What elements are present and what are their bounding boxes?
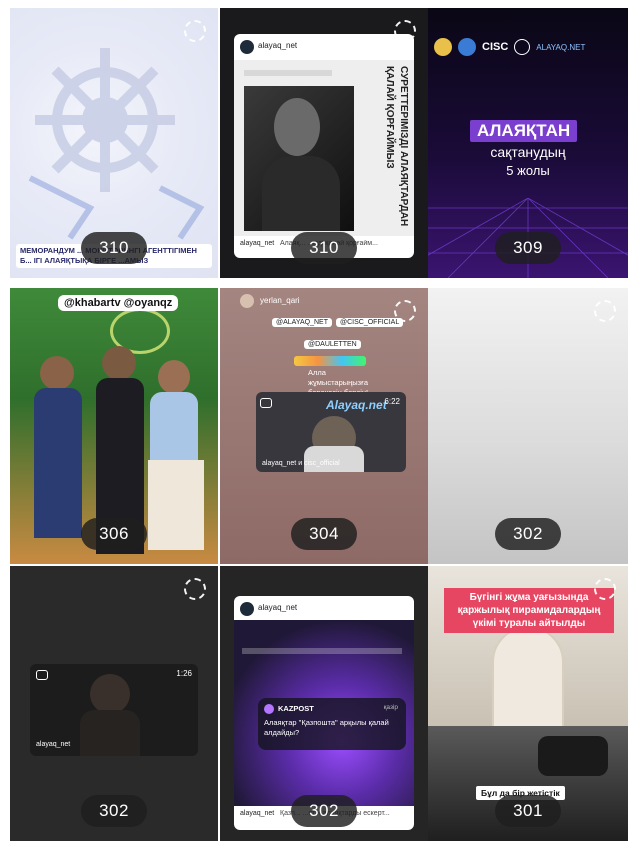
video-duration: 1:26 xyxy=(176,669,192,678)
loading-ring-icon xyxy=(594,300,616,322)
loading-ring-icon xyxy=(594,578,616,600)
alayaq-logo: ALAYAQ.NET xyxy=(536,42,586,52)
view-count-badge: 304 xyxy=(291,518,357,550)
post-tile[interactable]: CISC ALAYAQ.NET АЛАЯҚТАН сақтанудың 5 жо… xyxy=(428,8,628,278)
post-tile[interactable]: @khabartv @oyanqz 306 xyxy=(10,288,218,564)
portrait-photo xyxy=(244,86,354,231)
emblem-logo xyxy=(458,38,476,56)
news-source: KAZPOST xyxy=(278,704,314,713)
partner-logos xyxy=(242,648,402,654)
headline-subtitle: сақтанудың xyxy=(490,144,566,160)
video-person xyxy=(90,674,130,714)
view-count-badge: 310 xyxy=(81,232,147,264)
person-head xyxy=(158,360,190,394)
news-card: KAZPOST қазір Алаяқтар "Қазпошта" арқылы… xyxy=(258,698,406,750)
video-caption: alayaq_net xyxy=(36,741,71,748)
post-tile[interactable]: МЕМОРАНДУМ ... МОНИТОРИНГІ АГЕНТТІГІМЕН … xyxy=(10,8,218,278)
caption-user: alayaq_net xyxy=(240,240,275,247)
video-person-body xyxy=(304,446,364,472)
story-highlights-grid: МЕМОРАНДУМ ... МОНИТОРИНГІ АГЕНТТІГІМЕН … xyxy=(10,8,628,841)
post-tile[interactable]: 302 xyxy=(428,288,628,564)
shared-post-card: alayaq_net СУРЕТТЕРІМІЗДІ АЛАЯҚТАРДАН ҚА… xyxy=(234,34,414,258)
video-duration: 6:22 xyxy=(384,397,400,406)
reel-icon xyxy=(36,670,48,680)
news-time: қазір xyxy=(383,704,398,711)
mention-tag: @CISC_OFFICIAL xyxy=(336,318,404,327)
video-person-body xyxy=(80,710,140,756)
video-caption: alayaq_net и cisc_official xyxy=(262,460,340,467)
vertical-title: СУРЕТТЕРІМІЗДІ АЛАЯҚТАРДАН ҚАЛАЙ ҚОРҒАЙМ… xyxy=(384,66,409,227)
partner-logo-row: CISC ALAYAQ.NET xyxy=(434,38,585,56)
post-tile[interactable]: Бүгінгі жұма уағызында қаржылық пирамида… xyxy=(428,566,628,841)
emblem-logo xyxy=(434,38,452,56)
partner-logos xyxy=(244,70,332,76)
headline-banner: Бүгінгі жұма уағызында қаржылық пирамида… xyxy=(444,588,614,633)
view-count-badge: 310 xyxy=(291,232,357,264)
post-tile[interactable]: alayaq_net СУРЕТТЕРІМІЗДІ АЛАЯҚТАРДАН ҚА… xyxy=(220,8,428,278)
view-count-badge: 306 xyxy=(81,518,147,550)
loading-ring-icon xyxy=(184,20,206,42)
mention-tag: @ALAYAQ_NET xyxy=(272,318,332,327)
loading-ring-icon xyxy=(394,20,416,42)
view-count-badge: 309 xyxy=(495,232,561,264)
post-tile[interactable]: yerlan_qari @ALAYAQ_NET @CISC_OFFICIAL @… xyxy=(220,288,428,564)
person-skirt xyxy=(148,460,204,550)
person-head xyxy=(102,346,136,380)
loading-ring-icon xyxy=(394,300,416,322)
mention-tag: @khabartv @oyanqz xyxy=(58,295,179,311)
cisc-logo: CISC xyxy=(482,41,509,53)
account-name: alayaq_net xyxy=(258,603,298,612)
post-tile[interactable]: 1:26 alayaq_net 302 xyxy=(10,566,218,841)
reel-icon xyxy=(260,398,272,408)
video-embed[interactable]: 1:26 alayaq_net xyxy=(30,664,198,756)
headline-subtitle-2: 5 жолы xyxy=(506,163,550,178)
video-brand: Alayaq.net xyxy=(326,398,387,412)
person-body xyxy=(34,388,82,538)
post-image: KAZPOST қазір Алаяқтар "Қазпошта" арқылы… xyxy=(234,620,414,806)
person-head xyxy=(40,356,74,390)
story-username: yerlan_qari xyxy=(260,296,300,305)
avatar xyxy=(240,294,254,308)
emoji-row xyxy=(294,356,366,366)
avatar xyxy=(240,602,254,616)
post-tile[interactable]: alayaq_net KAZPOST қазір Алаяқтар "Қазпо… xyxy=(220,566,428,841)
video-embed[interactable]: Alayaq.net 6:22 alayaq_net и cisc_offici… xyxy=(256,392,406,472)
view-count-badge: 302 xyxy=(291,795,357,827)
mention-tag: @DAULETTEN xyxy=(304,340,361,349)
post-image: СУРЕТТЕРІМІЗДІ АЛАЯҚТАРДАН ҚАЛАЙ ҚОРҒАЙМ… xyxy=(234,60,414,236)
view-count-badge: 302 xyxy=(495,518,561,550)
source-icon xyxy=(264,704,274,714)
person-body xyxy=(150,392,198,462)
news-headline: Алаяқтар "Қазпошта" арқылы қалай алдайды… xyxy=(264,718,389,737)
view-count-badge: 302 xyxy=(81,795,147,827)
loading-ring-icon xyxy=(184,578,206,600)
account-name: alayaq_net xyxy=(258,41,298,50)
avatar xyxy=(240,40,254,54)
caption-user: alayaq_net xyxy=(240,810,275,817)
heart-logo xyxy=(514,39,531,55)
headline-title: АЛАЯҚТАН xyxy=(470,120,578,142)
view-count-badge: 301 xyxy=(495,795,561,827)
